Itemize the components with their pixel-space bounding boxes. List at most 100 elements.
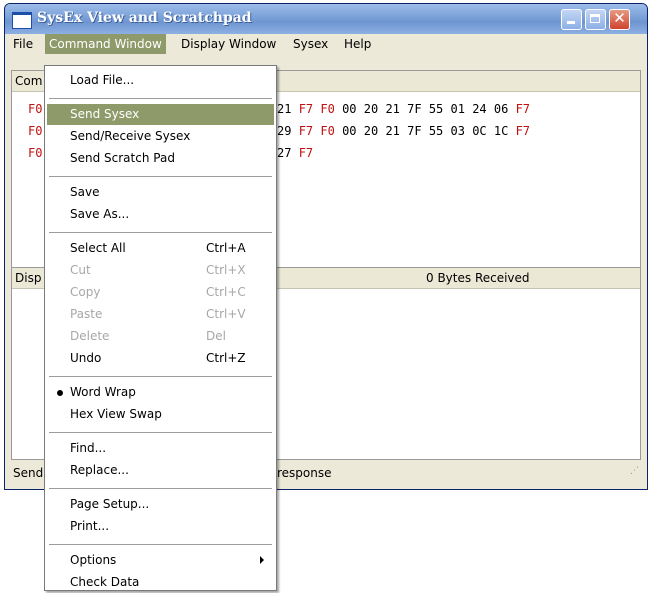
hex-byte: 7F <box>407 124 422 138</box>
hex-byte: 03 <box>450 124 465 138</box>
menu-item-label: Hex View Swap <box>70 407 162 421</box>
menu-item-copy: Copy Ctrl+C <box>47 282 274 303</box>
menu-item-shortcut: Ctrl+A <box>206 241 246 255</box>
window-title: SysEx View and Scratchpad <box>37 10 252 26</box>
menu-separator <box>49 98 272 99</box>
hex-byte: F7 <box>515 124 531 138</box>
app-window-icon <box>12 12 32 29</box>
close-icon: ✕ <box>613 9 626 27</box>
hex-byte: 55 <box>428 102 444 116</box>
menu-item-cut: Cut Ctrl+X <box>47 260 274 281</box>
hex-line-continuation: 27 F7 <box>277 146 313 160</box>
hex-byte: 7F <box>407 102 422 116</box>
menu-separator <box>49 176 272 177</box>
hex-byte: 00 <box>342 124 357 138</box>
menu-display-window[interactable]: Display Window <box>181 37 276 51</box>
submenu-arrow-icon <box>260 556 264 564</box>
minimize-button[interactable] <box>561 9 582 30</box>
menu-item-send-sysex[interactable]: Send Sysex <box>47 104 274 125</box>
hex-byte: 24 <box>472 102 487 116</box>
menu-help[interactable]: Help <box>344 37 371 51</box>
hex-byte: 20 <box>363 102 379 116</box>
hex-line-start: F0 <box>28 102 43 116</box>
menu-item-label: Save <box>70 185 100 199</box>
display-pane-title: Disp <box>15 271 42 285</box>
hex-byte: F7 <box>515 102 531 116</box>
menu-item-label: Load File... <box>70 73 135 87</box>
hex-byte: 21 <box>277 102 292 116</box>
menu-item-label: Cut <box>70 263 91 277</box>
menu-item-label: Options <box>70 553 117 567</box>
close-button[interactable]: ✕ <box>609 9 630 30</box>
hex-byte: 00 <box>342 102 357 116</box>
menu-item-save-as[interactable]: Save As... <box>47 204 274 225</box>
hex-line-start: F0 <box>28 146 43 160</box>
menu-separator <box>49 488 272 489</box>
menu-separator <box>49 232 272 233</box>
menu-item-save[interactable]: Save <box>47 182 274 203</box>
menu-item-label: Send/Receive Sysex <box>70 129 191 143</box>
hex-byte: 29 <box>277 124 292 138</box>
menu-item-label: Delete <box>70 329 110 343</box>
menu-item-delete: Delete Del <box>47 326 274 347</box>
menu-item-check-data[interactable]: Check Data <box>47 572 274 593</box>
hex-byte: 27 <box>277 146 292 160</box>
menu-item-shortcut: Del <box>206 329 226 343</box>
menu-item-label: Copy <box>70 285 101 299</box>
resize-grip-icon[interactable]: ⋰ <box>630 458 639 484</box>
menu-separator <box>49 544 272 545</box>
menu-item-label: Select All <box>70 241 126 255</box>
status-text-right: response <box>277 466 332 480</box>
menu-item-label: Undo <box>70 351 102 365</box>
menu-sysex[interactable]: Sysex <box>293 37 328 51</box>
menu-item-word-wrap[interactable]: Word Wrap <box>47 382 274 403</box>
hex-byte: 06 <box>493 102 509 116</box>
hex-byte: 20 <box>363 124 379 138</box>
menu-bar: File Command Window Display Window Sysex… <box>5 34 647 54</box>
hex-byte: 01 <box>450 102 465 116</box>
menu-item-replace[interactable]: Replace... <box>47 460 274 481</box>
menu-item-send-receive-sysex[interactable]: Send/Receive Sysex <box>47 126 274 147</box>
menu-item-label: Replace... <box>70 463 129 477</box>
menu-file[interactable]: File <box>13 37 33 51</box>
title-bar[interactable]: SysEx View and Scratchpad ✕ <box>5 4 647 34</box>
menu-item-find[interactable]: Find... <box>47 438 274 459</box>
menu-item-label: Print... <box>70 519 110 533</box>
radio-bullet-icon <box>57 390 63 396</box>
hex-byte: F0 <box>320 124 335 138</box>
hex-byte: F0 <box>320 102 335 116</box>
menu-item-label: Check Data <box>70 575 140 589</box>
menu-item-print[interactable]: Print... <box>47 516 274 537</box>
hex-byte: F7 <box>298 146 314 160</box>
menu-item-label: Find... <box>70 441 107 455</box>
menu-item-load-file[interactable]: Load File... <box>47 70 274 91</box>
menu-command-window[interactable]: Command Window <box>45 34 166 54</box>
menu-item-undo[interactable]: Undo Ctrl+Z <box>47 348 274 369</box>
menu-item-shortcut: Ctrl+Z <box>206 351 246 365</box>
menu-item-shortcut: Ctrl+C <box>206 285 246 299</box>
hex-byte: 1C <box>493 124 509 138</box>
hex-line-continuation: 29 F7 F0 00 20 21 7F 55 03 0C 1C F7 <box>277 124 530 138</box>
menu-item-select-all[interactable]: Select All Ctrl+A <box>47 238 274 259</box>
menu-item-hex-view-swap[interactable]: Hex View Swap <box>47 404 274 425</box>
menu-item-label: Page Setup... <box>70 497 150 511</box>
menu-item-label: Paste <box>70 307 103 321</box>
menu-item-page-setup[interactable]: Page Setup... <box>47 494 274 515</box>
menu-item-label: Save As... <box>70 207 130 221</box>
status-text-left: Send <box>13 466 44 480</box>
hex-byte: F7 <box>298 124 314 138</box>
menu-item-send-scratch-pad[interactable]: Send Scratch Pad <box>47 148 274 169</box>
hex-line-continuation: 21 F7 F0 00 20 21 7F 55 01 24 06 F7 <box>277 102 530 116</box>
menu-item-shortcut: Ctrl+V <box>206 307 246 321</box>
hex-byte: 21 <box>385 124 400 138</box>
hex-byte: 0C <box>472 124 487 138</box>
bytes-received-label: 0 Bytes Received <box>426 271 530 285</box>
hex-byte: 21 <box>385 102 400 116</box>
menu-item-label: Send Scratch Pad <box>70 151 175 165</box>
maximize-button[interactable] <box>585 9 606 30</box>
menu-separator <box>49 432 272 433</box>
hex-byte: 55 <box>428 124 444 138</box>
menu-item-label: Word Wrap <box>70 385 136 399</box>
command-window-dropdown-menu: Load File... Send Sysex Send/Receive Sysex… <box>44 65 277 591</box>
menu-item-options[interactable]: Options <box>47 550 274 571</box>
